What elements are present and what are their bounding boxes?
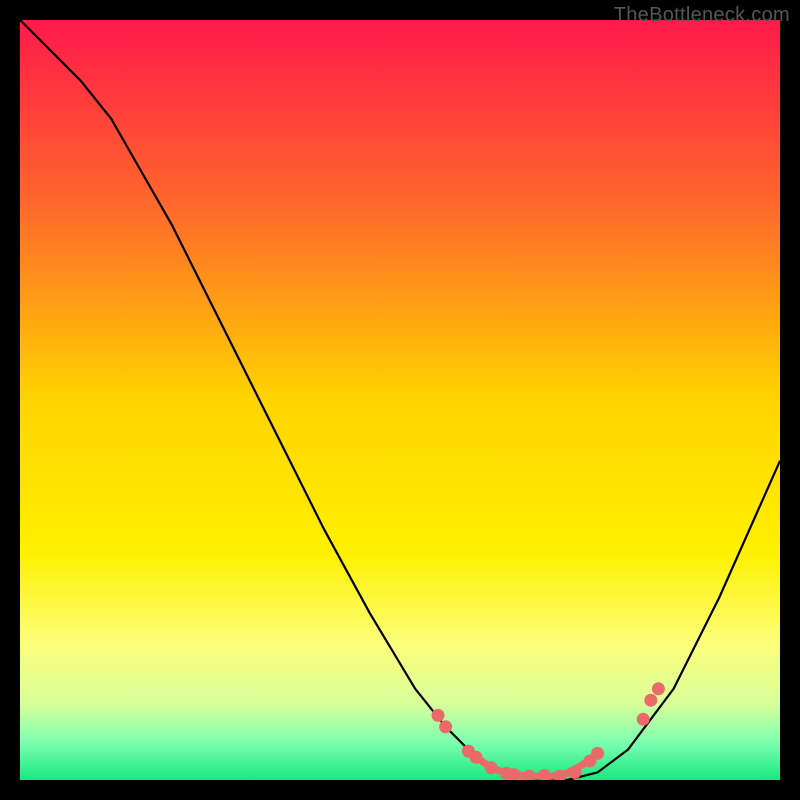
sample-dot	[432, 709, 445, 722]
sample-dot	[439, 720, 452, 733]
sample-dot	[485, 761, 498, 774]
sample-dot	[637, 713, 650, 726]
sample-dot	[591, 747, 604, 760]
sample-dot	[652, 682, 665, 695]
watermark-text: TheBottleneck.com	[614, 4, 790, 27]
sample-dot	[644, 694, 657, 707]
gradient-background	[20, 20, 780, 780]
sample-dot	[470, 751, 483, 764]
chart-frame	[20, 20, 780, 780]
chart-svg	[20, 20, 780, 780]
sample-dot	[568, 766, 581, 779]
